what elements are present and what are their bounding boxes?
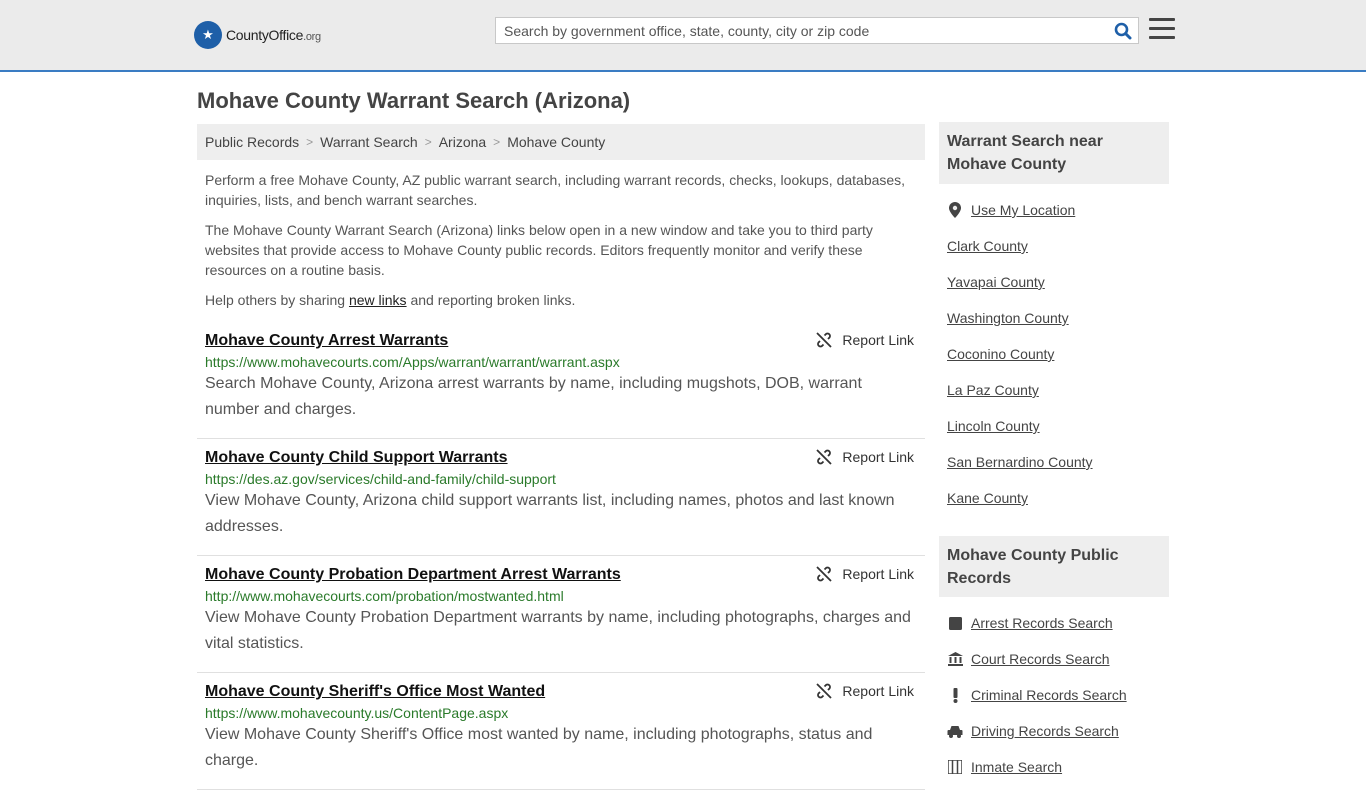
new-links-link[interactable]: new links [349, 292, 407, 308]
logo-tld: .org [303, 31, 321, 43]
hamburger-menu-icon[interactable] [1149, 18, 1175, 42]
arrest-records-label: Arrest Records Search [971, 615, 1113, 631]
inmate-icon [947, 759, 963, 775]
courthouse-icon [947, 651, 963, 667]
result-description: Search Mohave County, Arizona arrest war… [205, 375, 862, 418]
result-description: View Mohave County, Arizona child suppor… [205, 492, 895, 535]
result-item: Mohave County Sheriff's Office Most Want… [197, 673, 925, 790]
site-logo[interactable]: ★ CountyOffice.org [194, 20, 321, 50]
arrest-records-link[interactable]: Arrest Records Search [947, 605, 1169, 641]
broken-link-icon [816, 683, 833, 699]
search-bar [495, 17, 1139, 44]
inmate-search-label: Inmate Search [971, 759, 1063, 775]
result-description: View Mohave County Sheriff's Office most… [205, 726, 873, 769]
use-my-location-label: Use My Location [971, 202, 1076, 218]
search-icon [1114, 22, 1132, 39]
result-item: Mohave County Probation Department Arres… [197, 556, 925, 673]
report-link-label: Report Link [842, 683, 914, 699]
results-list: Mohave County Arrest Warrants Report Lin… [197, 322, 925, 790]
broken-link-icon [816, 449, 833, 465]
criminal-records-label: Criminal Records Search [971, 687, 1127, 703]
breadcrumb-warrant-search[interactable]: Warrant Search [320, 134, 418, 150]
nearby-county-link[interactable]: San Bernardino County [947, 444, 1169, 480]
chevron-right-icon: > [493, 135, 501, 149]
result-url: https://www.mohavecounty.us/ContentPage.… [205, 705, 509, 721]
public-records-list: Arrest Records Search Court Records Sear… [947, 605, 1169, 785]
nearby-county-link[interactable]: Clark County [947, 228, 1169, 264]
result-url: https://des.az.gov/services/child-and-fa… [205, 471, 556, 487]
nearby-heading: Warrant Search near Mohave County [939, 122, 1169, 184]
report-link-button[interactable]: Report Link [816, 683, 914, 699]
report-link-button[interactable]: Report Link [816, 449, 914, 465]
nearby-county-link[interactable]: Coconino County [947, 336, 1169, 372]
court-records-label: Court Records Search [971, 651, 1110, 667]
result-item: Mohave County Child Support Warrants Rep… [197, 439, 925, 556]
broken-link-icon [816, 332, 833, 348]
result-title-link[interactable]: Mohave County Sheriff's Office Most Want… [205, 683, 545, 701]
broken-link-icon [816, 566, 833, 582]
court-records-link[interactable]: Court Records Search [947, 641, 1169, 677]
nearby-county-link[interactable]: La Paz County [947, 372, 1169, 408]
breadcrumb: Public Records > Warrant Search > Arizon… [197, 124, 925, 160]
breadcrumb-arizona[interactable]: Arizona [439, 134, 486, 150]
location-pin-icon [947, 202, 963, 218]
intro-paragraph-1: Perform a free Mohave County, AZ public … [205, 172, 906, 208]
breadcrumb-public-records[interactable]: Public Records [205, 134, 299, 150]
logo-main: CountyOffice [226, 27, 304, 43]
nearby-list: Use My Location Clark County Yavapai Cou… [947, 192, 1169, 516]
page-title: Mohave County Warrant Search (Arizona) [197, 88, 631, 113]
result-url: https://www.mohavecourts.com/Apps/warran… [205, 354, 620, 370]
breadcrumb-mohave-county[interactable]: Mohave County [507, 134, 605, 150]
intro-text: Help others by sharing [205, 292, 349, 308]
result-description: View Mohave County Probation Department … [205, 609, 911, 652]
exclamation-icon [947, 687, 963, 703]
result-url: http://www.mohavecourts.com/probation/mo… [205, 588, 564, 604]
square-icon [947, 615, 963, 631]
inmate-search-link[interactable]: Inmate Search [947, 749, 1169, 785]
intro-paragraph-3: Help others by sharing new links and rep… [205, 290, 917, 310]
result-item: Mohave County Arrest Warrants Report Lin… [197, 322, 925, 439]
driving-records-link[interactable]: Driving Records Search [947, 713, 1169, 749]
public-records-heading: Mohave County Public Records [939, 536, 1169, 597]
nearby-county-link[interactable]: Yavapai County [947, 264, 1169, 300]
car-icon [947, 723, 963, 739]
logo-eagle-icon: ★ [194, 21, 222, 49]
nearby-county-link[interactable]: Washington County [947, 300, 1169, 336]
intro-paragraph-2: The Mohave County Warrant Search (Arizon… [205, 222, 873, 278]
report-link-button[interactable]: Report Link [816, 332, 914, 348]
search-button[interactable] [1108, 18, 1138, 43]
use-my-location-link[interactable]: Use My Location [947, 192, 1169, 228]
chevron-right-icon: > [424, 135, 432, 149]
report-link-label: Report Link [842, 566, 914, 582]
nearby-county-link[interactable]: Kane County [947, 480, 1169, 516]
logo-text: CountyOffice.org [226, 27, 321, 43]
report-link-label: Report Link [842, 332, 914, 348]
driving-records-label: Driving Records Search [971, 723, 1119, 739]
report-link-label: Report Link [842, 449, 914, 465]
report-link-button[interactable]: Report Link [816, 566, 914, 582]
search-input[interactable] [496, 18, 1108, 43]
result-title-link[interactable]: Mohave County Child Support Warrants [205, 449, 508, 467]
site-header: ★ CountyOffice.org [0, 0, 1366, 72]
criminal-records-link[interactable]: Criminal Records Search [947, 677, 1169, 713]
intro-text: and reporting broken links. [406, 292, 576, 308]
nearby-county-link[interactable]: Lincoln County [947, 408, 1169, 444]
result-title-link[interactable]: Mohave County Probation Department Arres… [205, 566, 621, 584]
chevron-right-icon: > [306, 135, 314, 149]
result-title-link[interactable]: Mohave County Arrest Warrants [205, 332, 448, 350]
